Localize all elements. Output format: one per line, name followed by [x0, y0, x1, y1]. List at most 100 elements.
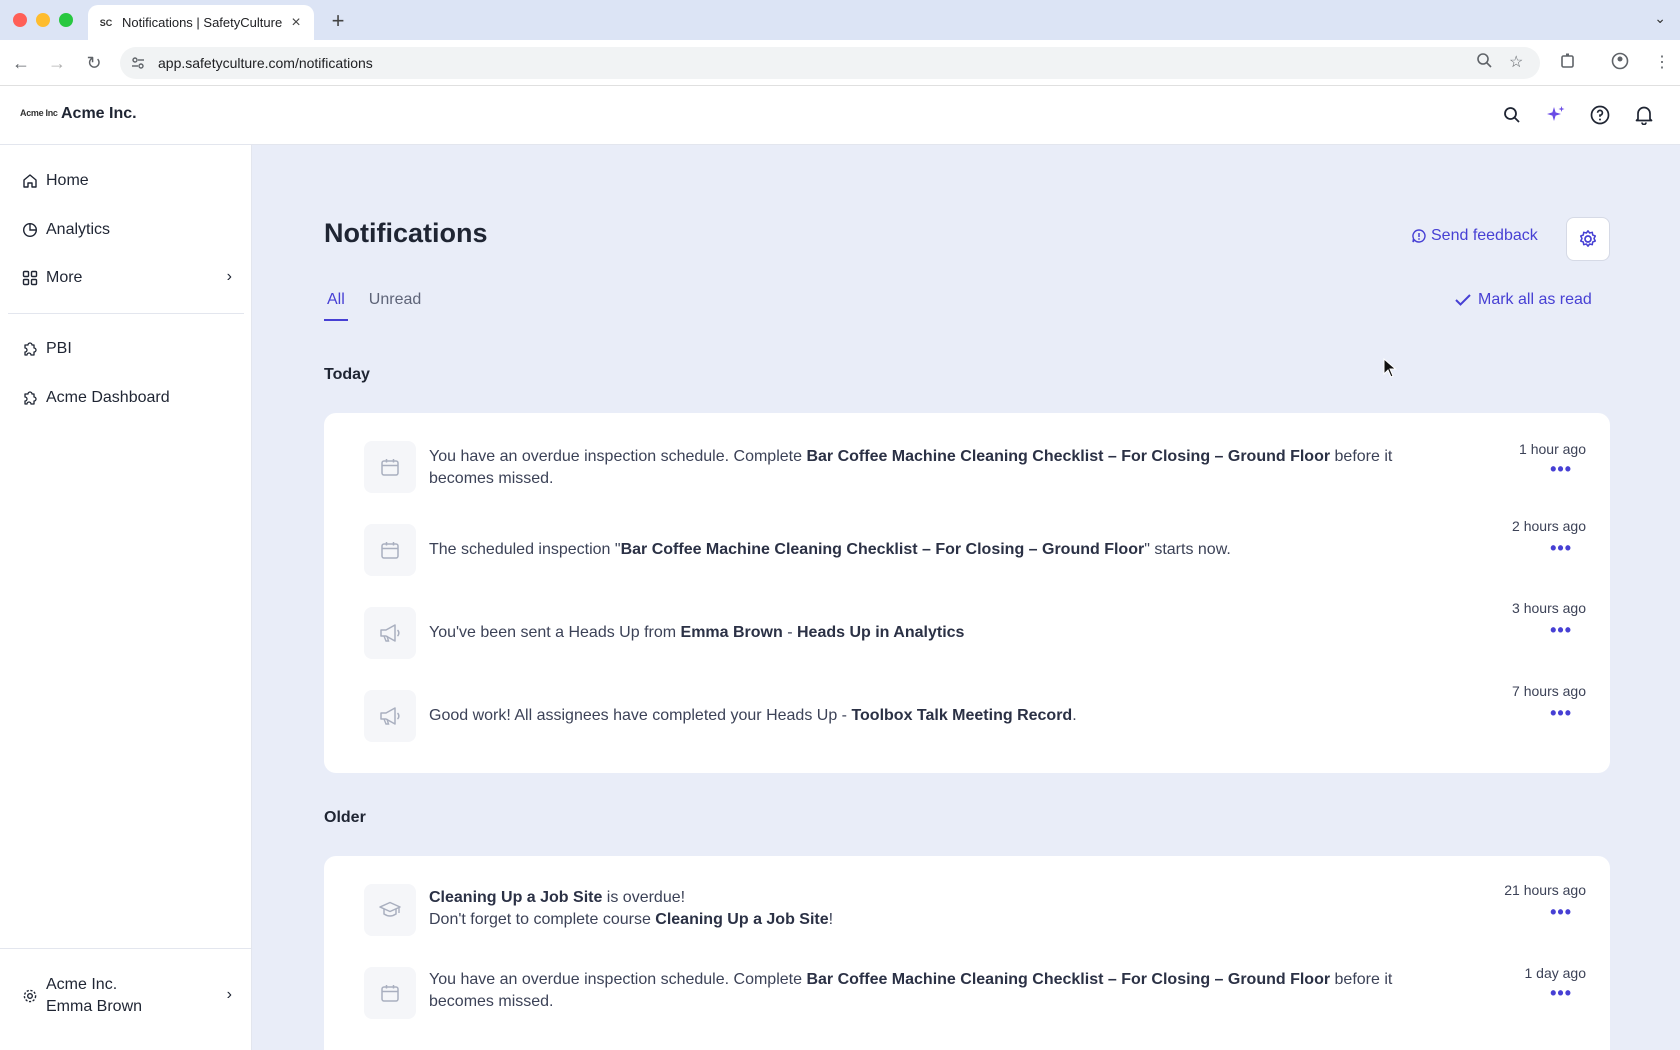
megaphone-icon: [364, 690, 416, 742]
browser-tab[interactable]: SC Notifications | SafetyCulture ×: [88, 5, 314, 40]
browser-menu-icon[interactable]: ⋮: [1654, 52, 1670, 72]
page-title: Notifications: [324, 218, 488, 248]
main-content: Notifications Send feedback All Unread M…: [252, 145, 1680, 1050]
gear-icon: [1579, 230, 1597, 247]
bookmark-star-icon[interactable]: ☆: [1509, 52, 1523, 72]
sidebar-bottom-divider: [0, 948, 252, 949]
back-icon[interactable]: ←: [10, 52, 32, 74]
section-today-heading: Today: [324, 366, 370, 383]
notification-item[interactable]: Good work! All assignees have completed …: [364, 683, 1586, 744]
calendar-icon: [364, 967, 416, 1019]
org-logo: Acme Inc: [20, 108, 58, 118]
notification-tabs: All Unread: [324, 291, 442, 321]
close-tab-icon[interactable]: ×: [288, 14, 304, 32]
notification-item[interactable]: The scheduled inspection "Bar Coffee Mac…: [364, 518, 1586, 578]
account-user: Emma Brown: [46, 998, 143, 1015]
notification-time: 1 day ago: [1524, 965, 1587, 981]
help-icon[interactable]: [1589, 104, 1611, 126]
sidebar: Home Analytics More › PBI Acme Dashboard…: [0, 145, 252, 1050]
mark-all-as-read-button[interactable]: Mark all as read: [1454, 291, 1592, 309]
extensions-icon[interactable]: [1559, 52, 1577, 75]
notification-time: 21 hours ago: [1504, 882, 1586, 898]
bell-icon[interactable]: [1633, 104, 1655, 126]
chevron-right-icon: ›: [226, 986, 232, 1003]
address-bar[interactable]: app.safetyculture.com/notifications: [120, 47, 1540, 79]
send-feedback-link[interactable]: Send feedback: [1411, 227, 1538, 245]
notification-time: 7 hours ago: [1512, 683, 1586, 699]
notification-text: You have an overdue inspection schedule.…: [429, 971, 1393, 1010]
sidebar-item-label: Analytics: [46, 221, 111, 238]
zoom-icon[interactable]: [1476, 52, 1492, 73]
sidebar-divider: [8, 313, 244, 314]
sidebar-item-label: Home: [46, 172, 89, 189]
megaphone-icon: [364, 607, 416, 659]
notification-card-older: Cleaning Up a Job Site is overdue! Don't …: [324, 856, 1610, 1050]
account-switcher[interactable]: Acme Inc. Emma Brown ›: [20, 974, 232, 1018]
sidebar-item-more[interactable]: More ›: [20, 268, 232, 288]
notification-item[interactable]: You've been sent a Heads Up from Emma Br…: [364, 600, 1586, 661]
calendar-icon: [364, 441, 416, 493]
sidebar-item-label: Acme Dashboard: [46, 389, 170, 406]
more-options-icon[interactable]: •••: [1550, 703, 1572, 724]
home-icon: [20, 171, 40, 191]
tab-search-chevron-icon[interactable]: ⌄: [1654, 10, 1666, 27]
puzzle-icon: [20, 339, 40, 359]
url-text: app.safetyculture.com/notifications: [158, 55, 373, 71]
tab-all[interactable]: All: [324, 291, 348, 321]
notification-settings-button[interactable]: [1566, 217, 1610, 261]
more-options-icon[interactable]: •••: [1550, 620, 1572, 641]
notification-text-line-2: Don't forget to complete course: [429, 911, 656, 928]
notification-text: You've been sent a Heads Up from Emma Br…: [429, 624, 965, 641]
more-options-icon[interactable]: •••: [1550, 459, 1572, 480]
maximize-window-button[interactable]: [59, 13, 73, 27]
checkmark-icon: [1455, 294, 1471, 306]
forward-icon[interactable]: →: [46, 52, 68, 74]
site-info-icon[interactable]: [130, 55, 146, 71]
notification-text: The scheduled inspection "Bar Coffee Mac…: [429, 541, 1231, 558]
search-icon[interactable]: [1501, 104, 1523, 126]
sidebar-item-label: More: [46, 269, 83, 286]
send-feedback-label: Send feedback: [1431, 227, 1538, 244]
notification-time: 3 hours ago: [1512, 600, 1586, 616]
gear-icon: [20, 986, 40, 1006]
more-options-icon[interactable]: •••: [1550, 902, 1572, 923]
reload-icon[interactable]: ↻: [83, 52, 105, 74]
more-options-icon[interactable]: •••: [1550, 538, 1572, 559]
browser-tab-bar: SC Notifications | SafetyCulture × + ⌄: [0, 0, 1680, 40]
minimize-window-button[interactable]: [36, 13, 50, 27]
notification-time: 2 hours ago: [1512, 518, 1586, 534]
notification-time: 1 hour ago: [1519, 441, 1586, 457]
app-header: Acme Inc Acme Inc.: [0, 86, 1680, 145]
org-name[interactable]: Acme Inc.: [61, 105, 137, 123]
close-window-button[interactable]: [13, 13, 27, 27]
tab-title: Notifications | SafetyCulture: [122, 15, 283, 30]
sidebar-item-acme-dashboard[interactable]: Acme Dashboard: [20, 388, 170, 408]
safetyculture-favicon-icon: SC: [99, 17, 113, 28]
sidebar-item-analytics[interactable]: Analytics: [20, 220, 110, 240]
sidebar-item-pbi[interactable]: PBI: [20, 339, 72, 359]
notification-item[interactable]: Cleaning Up a Job Site is overdue! Don't …: [364, 882, 1586, 938]
browser-toolbar: ← → ↻ app.safetyculture.com/notification…: [0, 40, 1680, 86]
account-org: Acme Inc.: [46, 976, 118, 993]
notification-text: You have an overdue inspection schedule.…: [429, 448, 1393, 487]
graduation-cap-icon: [364, 884, 416, 936]
notification-text: Cleaning Up a Job Site is overdue! Don't …: [429, 889, 834, 928]
notification-item[interactable]: You have an overdue inspection schedule.…: [364, 965, 1587, 1021]
calendar-icon: [364, 524, 416, 576]
ai-sparkle-icon[interactable]: [1545, 104, 1567, 126]
notification-item[interactable]: You have an overdue inspection schedule.…: [364, 441, 1586, 495]
more-options-icon[interactable]: •••: [1550, 983, 1572, 1004]
sidebar-item-home[interactable]: Home: [20, 171, 89, 191]
puzzle-icon: [20, 388, 40, 408]
new-tab-icon[interactable]: +: [326, 8, 350, 34]
notification-card-today: You have an overdue inspection schedule.…: [324, 413, 1610, 773]
chevron-right-icon: ›: [226, 268, 232, 285]
sidebar-item-label: PBI: [46, 340, 72, 357]
notification-text: Good work! All assignees have completed …: [429, 707, 1077, 724]
profile-icon[interactable]: [1611, 52, 1629, 75]
pie-chart-icon: [20, 220, 40, 240]
mouse-cursor-icon: [1383, 358, 1397, 378]
grid-icon: [20, 268, 40, 288]
section-older-heading: Older: [324, 809, 366, 826]
tab-unread[interactable]: Unread: [366, 291, 424, 321]
